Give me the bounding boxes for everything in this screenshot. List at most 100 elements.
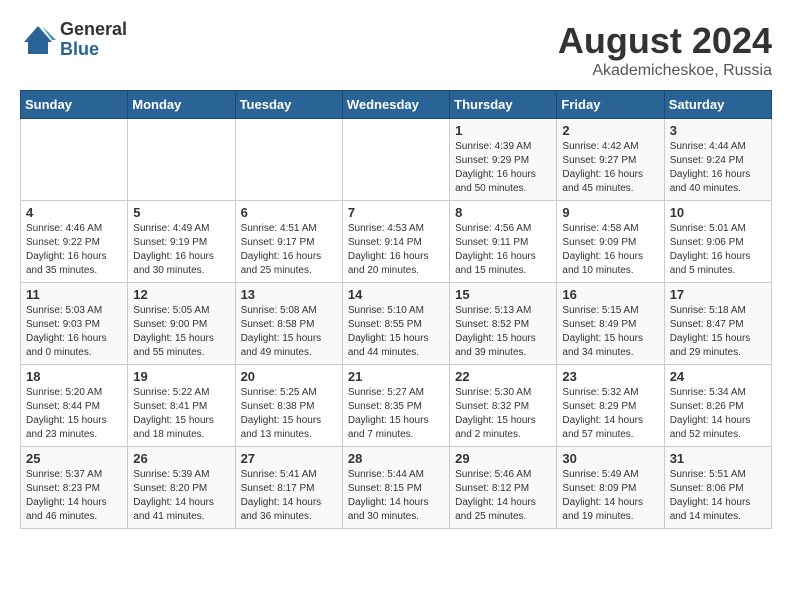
- day-info: Sunrise: 5:30 AMSunset: 8:32 PMDaylight:…: [455, 386, 551, 442]
- calendar-week-row: 11 Sunrise: 5:03 AMSunset: 9:03 PMDayligh…: [21, 283, 772, 365]
- day-number: 4: [26, 205, 122, 220]
- day-number: 25: [26, 451, 122, 466]
- day-number: 10: [670, 205, 766, 220]
- header-friday: Friday: [557, 91, 664, 119]
- month-year: August 2024: [558, 20, 772, 62]
- logo-general: General: [60, 20, 127, 40]
- calendar-cell: 8 Sunrise: 4:56 AMSunset: 9:11 PMDaylight…: [450, 201, 557, 283]
- day-info: Sunrise: 5:13 AMSunset: 8:52 PMDaylight:…: [455, 304, 551, 360]
- day-number: 14: [348, 287, 444, 302]
- calendar-cell: 29 Sunrise: 5:46 AMSunset: 8:12 PMDayligh…: [450, 447, 557, 529]
- calendar-cell: 15 Sunrise: 5:13 AMSunset: 8:52 PMDayligh…: [450, 283, 557, 365]
- calendar-table: SundayMondayTuesdayWednesdayThursdayFrid…: [20, 90, 772, 529]
- day-info: Sunrise: 5:32 AMSunset: 8:29 PMDaylight:…: [562, 386, 658, 442]
- calendar-cell: 25 Sunrise: 5:37 AMSunset: 8:23 PMDayligh…: [21, 447, 128, 529]
- day-info: Sunrise: 5:15 AMSunset: 8:49 PMDaylight:…: [562, 304, 658, 360]
- calendar-cell: [235, 119, 342, 201]
- calendar-cell: [128, 119, 235, 201]
- calendar-cell: 10Sunrise: 5:01 AMSunset: 9:06 PMDayligh…: [664, 201, 771, 283]
- day-info: Sunrise: 5:34 AMSunset: 8:26 PMDaylight:…: [670, 386, 766, 442]
- day-info: Sunrise: 5:44 AMSunset: 8:15 PMDaylight:…: [348, 468, 444, 524]
- header-monday: Monday: [128, 91, 235, 119]
- logo: General Blue: [20, 20, 127, 60]
- day-info: Sunrise: 4:39 AMSunset: 9:29 PMDaylight:…: [455, 140, 551, 196]
- calendar-cell: 23 Sunrise: 5:32 AMSunset: 8:29 PMDayligh…: [557, 365, 664, 447]
- calendar-header-row: SundayMondayTuesdayWednesdayThursdayFrid…: [21, 91, 772, 119]
- day-info: Sunrise: 5:22 AMSunset: 8:41 PMDaylight:…: [133, 386, 229, 442]
- day-number: 28: [348, 451, 444, 466]
- header-thursday: Thursday: [450, 91, 557, 119]
- day-number: 31: [670, 451, 766, 466]
- day-info: Sunrise: 5:18 AMSunset: 8:47 PMDaylight:…: [670, 304, 766, 360]
- day-info: Sunrise: 5:41 AMSunset: 8:17 PMDaylight:…: [241, 468, 337, 524]
- day-info: Sunrise: 4:58 AMSunset: 9:09 PMDaylight:…: [562, 222, 658, 278]
- day-number: 22: [455, 369, 551, 384]
- day-info: Sunrise: 5:03 AMSunset: 9:03 PMDaylight:…: [26, 304, 122, 360]
- day-number: 2: [562, 123, 658, 138]
- calendar-cell: 24Sunrise: 5:34 AMSunset: 8:26 PMDayligh…: [664, 365, 771, 447]
- day-number: 8: [455, 205, 551, 220]
- location: Akademicheskoe, Russia: [558, 62, 772, 80]
- day-number: 23: [562, 369, 658, 384]
- calendar-week-row: 1 Sunrise: 4:39 AMSunset: 9:29 PMDaylight…: [21, 119, 772, 201]
- calendar-cell: 4 Sunrise: 4:46 AMSunset: 9:22 PMDaylight…: [21, 201, 128, 283]
- calendar-cell: 21 Sunrise: 5:27 AMSunset: 8:35 PMDayligh…: [342, 365, 449, 447]
- header-wednesday: Wednesday: [342, 91, 449, 119]
- logo-icon: [20, 22, 56, 58]
- day-number: 18: [26, 369, 122, 384]
- day-number: 29: [455, 451, 551, 466]
- day-number: 19: [133, 369, 229, 384]
- day-info: Sunrise: 4:44 AMSunset: 9:24 PMDaylight:…: [670, 140, 766, 196]
- day-number: 11: [26, 287, 122, 302]
- header-sunday: Sunday: [21, 91, 128, 119]
- calendar-cell: 17Sunrise: 5:18 AMSunset: 8:47 PMDayligh…: [664, 283, 771, 365]
- calendar-cell: 18 Sunrise: 5:20 AMSunset: 8:44 PMDayligh…: [21, 365, 128, 447]
- calendar-cell: 14 Sunrise: 5:10 AMSunset: 8:55 PMDayligh…: [342, 283, 449, 365]
- calendar-cell: [342, 119, 449, 201]
- day-number: 16: [562, 287, 658, 302]
- day-info: Sunrise: 4:46 AMSunset: 9:22 PMDaylight:…: [26, 222, 122, 278]
- day-number: 20: [241, 369, 337, 384]
- day-info: Sunrise: 4:51 AMSunset: 9:17 PMDaylight:…: [241, 222, 337, 278]
- calendar-cell: 19 Sunrise: 5:22 AMSunset: 8:41 PMDayligh…: [128, 365, 235, 447]
- calendar-cell: 1 Sunrise: 4:39 AMSunset: 9:29 PMDaylight…: [450, 119, 557, 201]
- calendar-week-row: 25 Sunrise: 5:37 AMSunset: 8:23 PMDayligh…: [21, 447, 772, 529]
- day-number: 6: [241, 205, 337, 220]
- day-info: Sunrise: 4:49 AMSunset: 9:19 PMDaylight:…: [133, 222, 229, 278]
- day-info: Sunrise: 5:20 AMSunset: 8:44 PMDaylight:…: [26, 386, 122, 442]
- day-info: Sunrise: 5:27 AMSunset: 8:35 PMDaylight:…: [348, 386, 444, 442]
- calendar-cell: 7Sunrise: 4:53 AMSunset: 9:14 PMDaylight…: [342, 201, 449, 283]
- day-number: 1: [455, 123, 551, 138]
- day-info: Sunrise: 5:37 AMSunset: 8:23 PMDaylight:…: [26, 468, 122, 524]
- calendar-cell: 6 Sunrise: 4:51 AMSunset: 9:17 PMDaylight…: [235, 201, 342, 283]
- header-tuesday: Tuesday: [235, 91, 342, 119]
- day-info: Sunrise: 5:08 AMSunset: 8:58 PMDaylight:…: [241, 304, 337, 360]
- day-number: 27: [241, 451, 337, 466]
- day-info: Sunrise: 5:10 AMSunset: 8:55 PMDaylight:…: [348, 304, 444, 360]
- day-number: 26: [133, 451, 229, 466]
- day-info: Sunrise: 5:51 AMSunset: 8:06 PMDaylight:…: [670, 468, 766, 524]
- day-number: 3: [670, 123, 766, 138]
- calendar-cell: 2Sunrise: 4:42 AMSunset: 9:27 PMDaylight…: [557, 119, 664, 201]
- calendar-week-row: 4 Sunrise: 4:46 AMSunset: 9:22 PMDaylight…: [21, 201, 772, 283]
- day-number: 21: [348, 369, 444, 384]
- calendar-cell: [21, 119, 128, 201]
- day-info: Sunrise: 5:25 AMSunset: 8:38 PMDaylight:…: [241, 386, 337, 442]
- day-number: 5: [133, 205, 229, 220]
- header-saturday: Saturday: [664, 91, 771, 119]
- page-header: General Blue August 2024 Akademicheskoe,…: [20, 20, 772, 80]
- title-block: August 2024 Akademicheskoe, Russia: [558, 20, 772, 80]
- day-number: 15: [455, 287, 551, 302]
- day-info: Sunrise: 5:39 AMSunset: 8:20 PMDaylight:…: [133, 468, 229, 524]
- day-info: Sunrise: 5:05 AMSunset: 9:00 PMDaylight:…: [133, 304, 229, 360]
- day-info: Sunrise: 4:56 AMSunset: 9:11 PMDaylight:…: [455, 222, 551, 278]
- calendar-cell: 26 Sunrise: 5:39 AMSunset: 8:20 PMDayligh…: [128, 447, 235, 529]
- calendar-cell: 30Sunrise: 5:49 AMSunset: 8:09 PMDayligh…: [557, 447, 664, 529]
- calendar-cell: 5 Sunrise: 4:49 AMSunset: 9:19 PMDaylight…: [128, 201, 235, 283]
- day-number: 12: [133, 287, 229, 302]
- day-info: Sunrise: 5:46 AMSunset: 8:12 PMDaylight:…: [455, 468, 551, 524]
- calendar-cell: 9Sunrise: 4:58 AMSunset: 9:09 PMDaylight…: [557, 201, 664, 283]
- logo-text: General Blue: [60, 20, 127, 60]
- day-number: 7: [348, 205, 444, 220]
- calendar-cell: 3 Sunrise: 4:44 AMSunset: 9:24 PMDaylight…: [664, 119, 771, 201]
